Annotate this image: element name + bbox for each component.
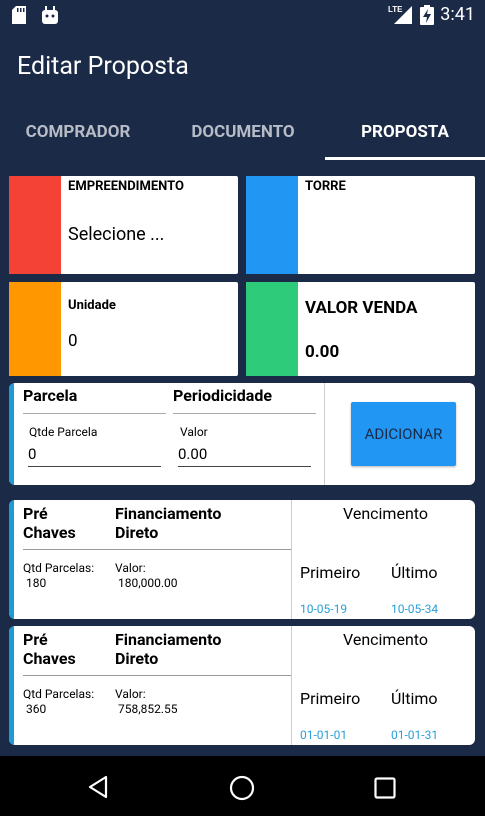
parcela-type-line2: Chaves xyxy=(23,523,76,542)
ultimo-label: Último xyxy=(391,689,438,708)
torre-card[interactable]: TORRE xyxy=(246,176,475,274)
qtde-parcela-label: Qtde Parcela xyxy=(29,425,98,439)
qtd-parcelas-value: 360 xyxy=(26,702,47,716)
parcela-periodicity-line1: Financiamento xyxy=(115,504,222,523)
unidade-swatch xyxy=(9,282,61,376)
qtd-parcelas-label: Qtd Parcelas: xyxy=(23,561,95,575)
empreendimento-swatch xyxy=(9,176,61,274)
parcela-form-accent xyxy=(9,383,14,485)
status-bar: LTE 3:41 xyxy=(0,0,485,30)
periodicidade-title: Periodicidade xyxy=(173,386,273,405)
parcela-type-line1: Pré xyxy=(23,630,48,649)
parcela-form-panel: Parcela Periodicidade Qtde Parcela 0 Val… xyxy=(9,383,475,485)
parcela-item-divider xyxy=(23,675,291,676)
torre-swatch xyxy=(246,176,298,274)
parcela-item[interactable]: Pré Chaves Financiamento Direto Qtd Parc… xyxy=(9,626,475,745)
form-vertical-divider xyxy=(324,383,325,485)
adicionar-button[interactable]: ADICIONAR xyxy=(351,402,456,466)
ultimo-date: 01-01-31 xyxy=(391,728,439,742)
torre-label: TORRE xyxy=(305,179,346,194)
vencimento-label: Vencimento xyxy=(343,504,428,523)
empreendimento-select[interactable]: Selecione ... xyxy=(68,224,164,245)
tab-bar: COMPRADOR DOCUMENTO PROPOSTA xyxy=(0,102,485,162)
parcela-periodicity-line2: Direto xyxy=(115,523,159,542)
back-icon[interactable] xyxy=(86,775,110,803)
vencimento-label: Vencimento xyxy=(343,630,428,649)
home-icon[interactable] xyxy=(229,775,255,805)
tab-indicator xyxy=(325,157,485,160)
android-debug-icon xyxy=(42,6,58,28)
valor-input[interactable]: 0.00 xyxy=(178,445,207,463)
parcela-type-line1: Pré xyxy=(23,504,48,523)
parcela-item-vdivider xyxy=(291,626,292,745)
valor-label: Valor: xyxy=(115,687,146,701)
primeiro-date: 01-01-01 xyxy=(300,728,348,742)
recents-icon[interactable] xyxy=(374,777,396,803)
valor-underline xyxy=(178,466,311,467)
empreendimento-label: EMPREENDIMENTO xyxy=(68,179,184,194)
status-time: 3:41 xyxy=(440,4,475,25)
parcela-item-vdivider xyxy=(291,500,292,619)
valor-label: Valor xyxy=(180,425,208,439)
signal-lte-icon: LTE xyxy=(388,4,412,28)
valor-label: Valor: xyxy=(115,561,146,575)
primeiro-label: Primeiro xyxy=(300,563,361,582)
valor-value: 180,000.00 xyxy=(118,576,178,590)
ultimo-date: 10-05-34 xyxy=(391,602,439,616)
parcela-periodicity-line2: Direto xyxy=(115,649,159,668)
empreendimento-card[interactable]: EMPREENDIMENTO Selecione ... xyxy=(9,176,238,274)
primeiro-date: 10-05-19 xyxy=(300,602,348,616)
qtde-parcela-input[interactable]: 0 xyxy=(28,445,36,463)
qtde-parcela-underline xyxy=(28,466,161,467)
unidade-label: Unidade xyxy=(68,298,116,313)
tab-documento[interactable]: DOCUMENTO xyxy=(163,102,323,162)
valor-value: 758,852.55 xyxy=(118,702,178,716)
tab-comprador[interactable]: COMPRADOR xyxy=(0,102,156,162)
valor-venda-value: 0.00 xyxy=(305,342,340,362)
parcela-divider xyxy=(23,413,166,414)
parcela-type-line2: Chaves xyxy=(23,649,76,668)
periodicidade-divider xyxy=(173,413,316,414)
page-title: Editar Proposta xyxy=(17,52,189,81)
tab-proposta[interactable]: PROPOSTA xyxy=(325,102,485,162)
qtd-parcelas-label: Qtd Parcelas: xyxy=(23,687,95,701)
battery-charging-icon xyxy=(420,5,434,29)
parcela-item-divider xyxy=(23,549,291,550)
sd-card-icon xyxy=(12,6,26,28)
parcela-item[interactable]: Pré Chaves Financiamento Direto Qtd Parc… xyxy=(9,500,475,619)
parcela-title: Parcela xyxy=(23,386,78,405)
parcela-item-accent xyxy=(9,626,14,745)
unidade-value[interactable]: 0 xyxy=(68,331,78,351)
proposta-content: EMPREENDIMENTO Selecione ... TORRE Unida… xyxy=(0,162,485,756)
valor-venda-label: VALOR VENDA xyxy=(305,298,418,318)
svg-text:LTE: LTE xyxy=(388,5,403,14)
unidade-card[interactable]: Unidade 0 xyxy=(9,282,238,376)
parcela-periodicity-line1: Financiamento xyxy=(115,630,222,649)
navigation-bar xyxy=(0,756,485,816)
valor-venda-swatch xyxy=(246,282,298,376)
parcela-item-accent xyxy=(9,500,14,619)
app-bar: Editar Proposta xyxy=(0,30,485,102)
valor-venda-card: VALOR VENDA 0.00 xyxy=(246,282,475,376)
primeiro-label: Primeiro xyxy=(300,689,361,708)
qtd-parcelas-value: 180 xyxy=(26,576,47,590)
ultimo-label: Último xyxy=(391,563,438,582)
